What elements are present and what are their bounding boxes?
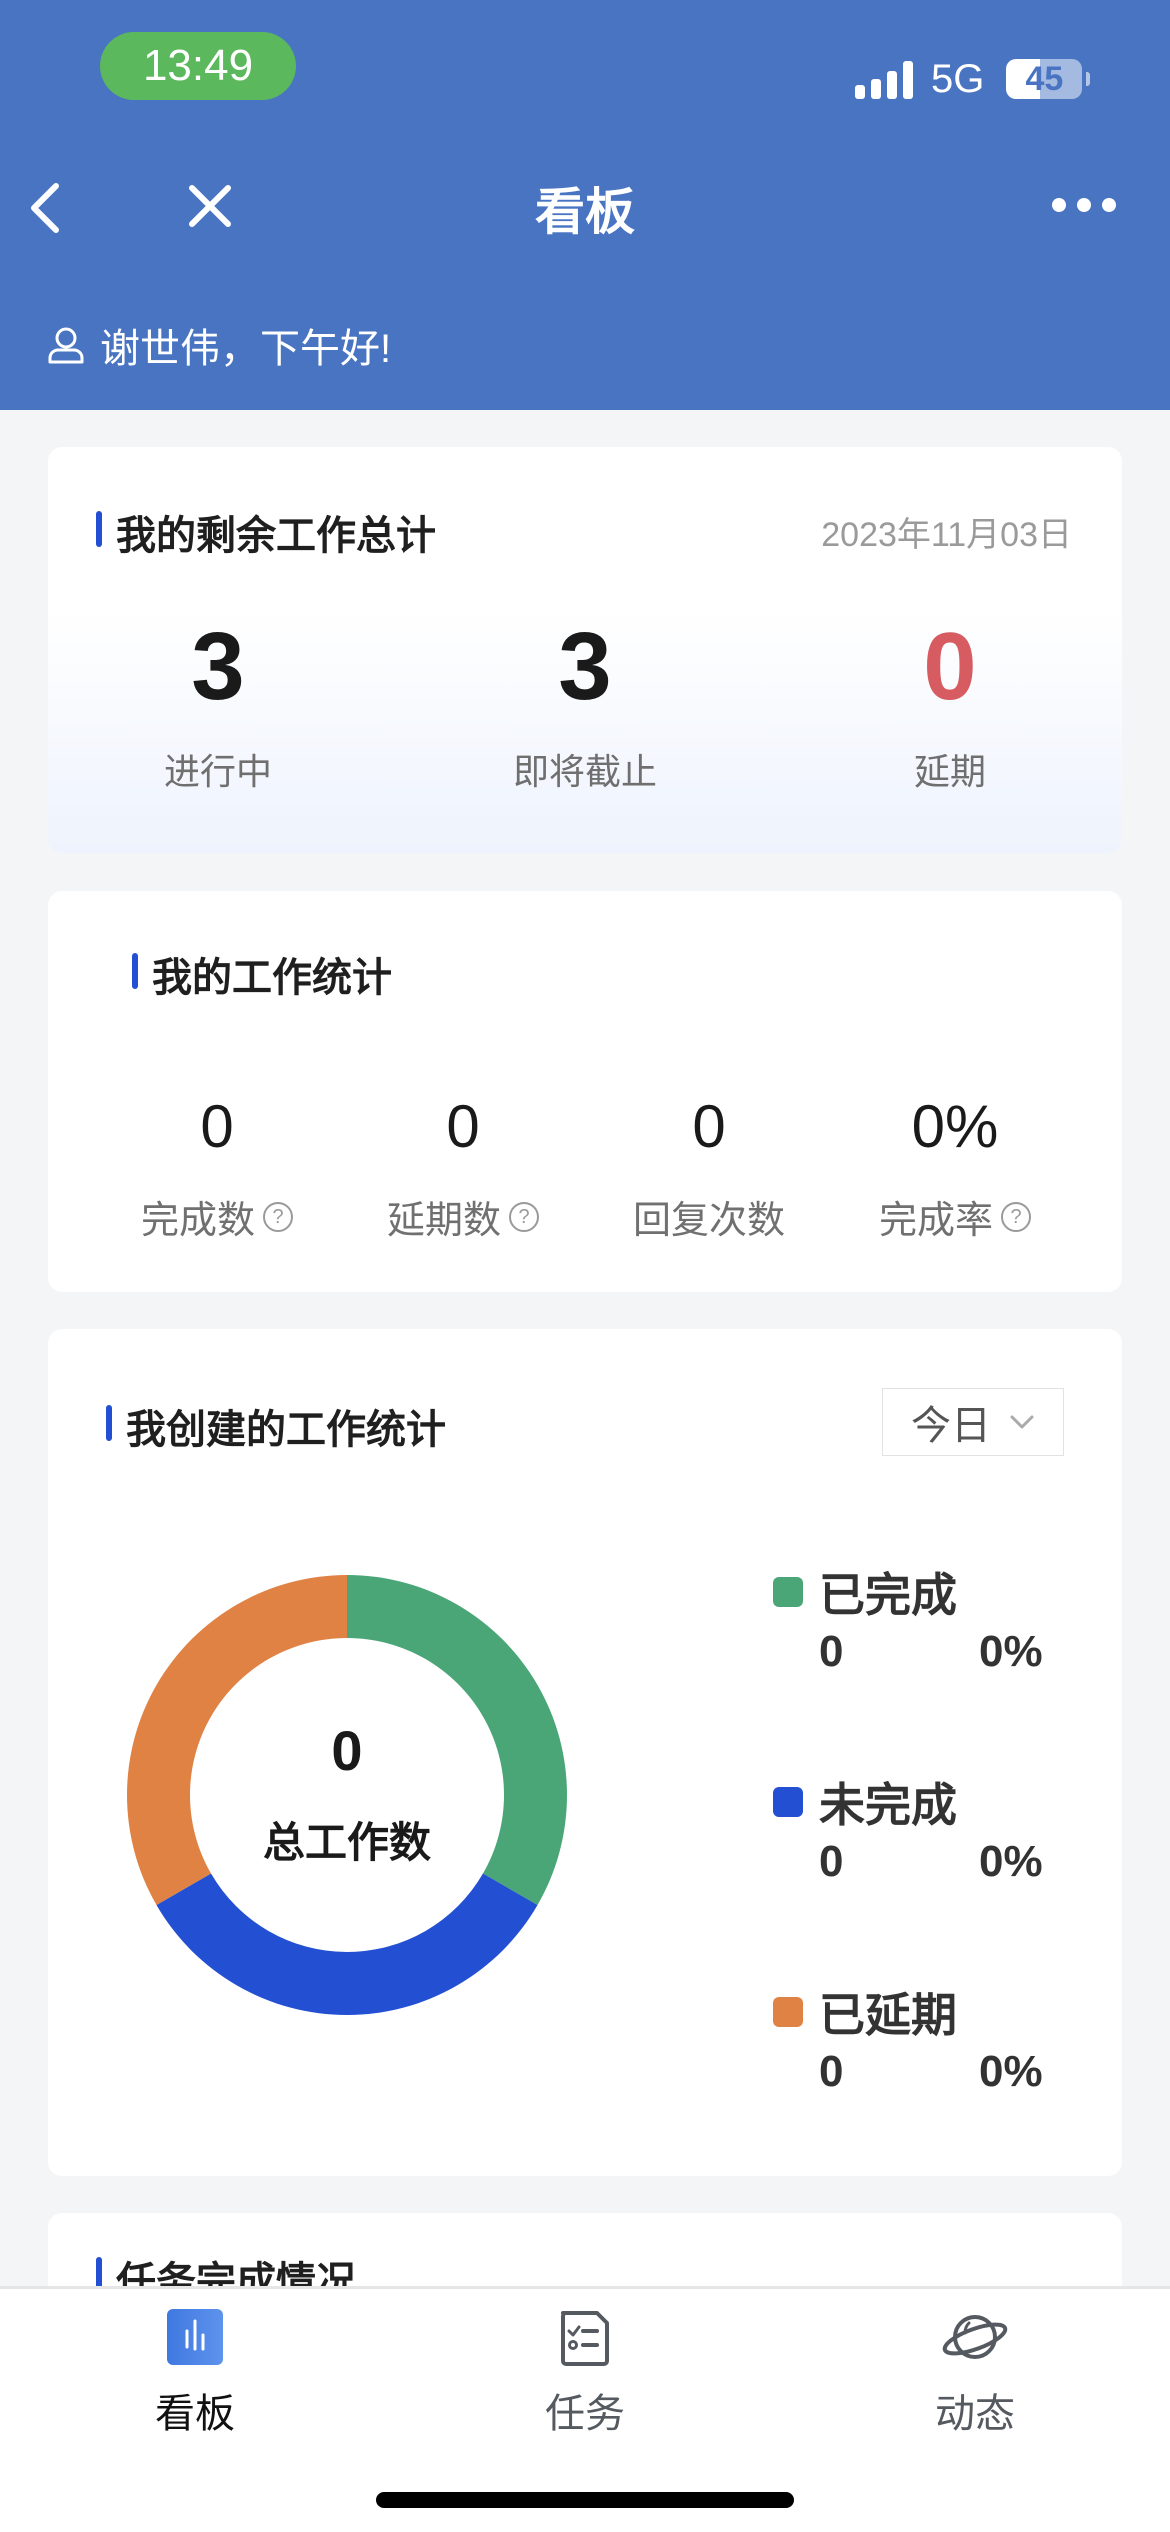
status-time: 13:49 bbox=[100, 32, 296, 100]
more-dots-icon bbox=[1052, 198, 1066, 212]
stat-label: 即将截止 bbox=[512, 751, 657, 792]
stat-label: 完成数 bbox=[140, 1200, 255, 1242]
stat-due-soon[interactable]: 3 即将截止 bbox=[435, 617, 735, 795]
battery-icon: 45 bbox=[1006, 59, 1091, 99]
legend-completed: 已完成 0 0% bbox=[773, 1559, 1093, 1677]
planet-icon bbox=[942, 2315, 1008, 2359]
total-value: 0 bbox=[331, 1718, 363, 1782]
help-icon[interactable]: ? bbox=[509, 1201, 539, 1232]
legend-count: 0 bbox=[819, 1837, 844, 1886]
stat-label-row: 完成数? bbox=[94, 1189, 340, 1244]
stat-value: 0 bbox=[923, 613, 977, 720]
chevron-down-icon bbox=[1010, 1415, 1034, 1429]
legend-label: 已延期 bbox=[819, 1989, 957, 2041]
stat-value: 3 bbox=[191, 613, 245, 720]
chart-board-icon bbox=[167, 2309, 223, 2365]
legend-percent: 0% bbox=[979, 2047, 1043, 2096]
task-list-icon bbox=[561, 2311, 609, 2366]
legend-incomplete: 未完成 0 0% bbox=[773, 1769, 1093, 1887]
tab-label: 任务 bbox=[545, 2392, 625, 2436]
stat-in-progress[interactable]: 3 进行中 bbox=[68, 617, 368, 795]
my-work-stats-card: 我的工作统计 0 完成数? 0 延期数? 0 回复次数 0% 完成率? bbox=[48, 891, 1122, 1292]
stat-value: 3 bbox=[558, 613, 612, 720]
stat-reply-count: 0 回复次数 bbox=[586, 1091, 832, 1244]
stat-completed: 0 完成数? bbox=[94, 1091, 340, 1244]
stat-label: 完成率 bbox=[878, 1200, 993, 1242]
help-icon[interactable]: ? bbox=[1001, 1201, 1031, 1232]
legend-overdue: 已延期 0 0% bbox=[773, 1979, 1093, 2097]
period-value: 今日 bbox=[911, 1404, 991, 1448]
stat-value: 0 bbox=[200, 1093, 234, 1160]
remaining-work-card: 我的剩余工作总计 2023年11月03日 3 进行中 3 即将截止 0 延期 bbox=[48, 447, 1122, 853]
tab-label: 动态 bbox=[935, 2392, 1015, 2436]
greeting: 谢世伟，下午好! bbox=[46, 316, 391, 374]
tab-activity[interactable]: 动态 bbox=[780, 2307, 1170, 2439]
legend-swatch bbox=[773, 1787, 803, 1817]
stat-value: 0% bbox=[911, 1093, 999, 1160]
status-indicators: 5G 45 bbox=[855, 55, 1091, 103]
card-title: 我的剩余工作总计 bbox=[96, 503, 436, 561]
legend-label: 已完成 bbox=[819, 1569, 957, 1621]
tab-label: 看板 bbox=[155, 2392, 235, 2436]
legend-count: 0 bbox=[819, 2047, 844, 2096]
help-icon[interactable]: ? bbox=[263, 1201, 293, 1232]
donut-center: 0 总工作数 bbox=[122, 1570, 572, 2020]
stat-label: 延期数 bbox=[386, 1200, 501, 1242]
battery-level: 45 bbox=[1025, 60, 1064, 98]
stat-label: 延期 bbox=[913, 751, 986, 792]
stat-label-row: 回复次数 bbox=[586, 1189, 832, 1244]
stat-value: 0 bbox=[446, 1093, 480, 1160]
date-label: 2023年11月03日 bbox=[821, 516, 1072, 554]
tab-tasks[interactable]: 任务 bbox=[390, 2307, 780, 2439]
card-title: 我创建的工作统计 bbox=[106, 1397, 446, 1455]
tab-board[interactable]: 看板 bbox=[0, 2307, 390, 2439]
stat-label-row: 完成率? bbox=[832, 1189, 1078, 1244]
legend-count: 0 bbox=[819, 1627, 844, 1676]
more-dot bbox=[1102, 198, 1116, 212]
stat-label: 回复次数 bbox=[632, 1200, 785, 1242]
legend-percent: 0% bbox=[979, 1837, 1043, 1886]
stat-overdue[interactable]: 0 延期 bbox=[800, 617, 1100, 795]
stat-completion-rate: 0% 完成率? bbox=[832, 1091, 1078, 1244]
legend-label: 未完成 bbox=[819, 1779, 957, 1831]
stat-label-row: 延期数? bbox=[340, 1189, 586, 1244]
legend-swatch bbox=[773, 1577, 803, 1607]
network-type: 5G bbox=[931, 56, 985, 101]
created-work-stats-card: 我创建的工作统计 今日 0 总工作数 已完成 0 0% 未完成 0 0% 已延期 0… bbox=[48, 1329, 1122, 2176]
total-label: 总工作数 bbox=[262, 1818, 431, 1866]
stat-value: 0 bbox=[692, 1093, 726, 1160]
period-select[interactable]: 今日 bbox=[882, 1388, 1064, 1456]
page-title: 看板 bbox=[535, 184, 635, 240]
legend-percent: 0% bbox=[979, 1627, 1043, 1676]
more-button[interactable] bbox=[1052, 198, 1116, 218]
legend-swatch bbox=[773, 1997, 803, 2027]
user-icon bbox=[48, 327, 84, 364]
stat-label: 进行中 bbox=[163, 751, 272, 792]
card-title: 我的工作统计 bbox=[132, 945, 392, 1003]
home-indicator bbox=[376, 2492, 794, 2508]
greeting-text: 谢世伟，下午好! bbox=[100, 327, 392, 371]
more-dot bbox=[1077, 198, 1091, 212]
header: 13:49 5G 45 看板 谢世伟，下午好! bbox=[0, 0, 1170, 410]
signal-icon bbox=[855, 59, 913, 99]
stat-overdue-count: 0 延期数? bbox=[340, 1091, 586, 1244]
